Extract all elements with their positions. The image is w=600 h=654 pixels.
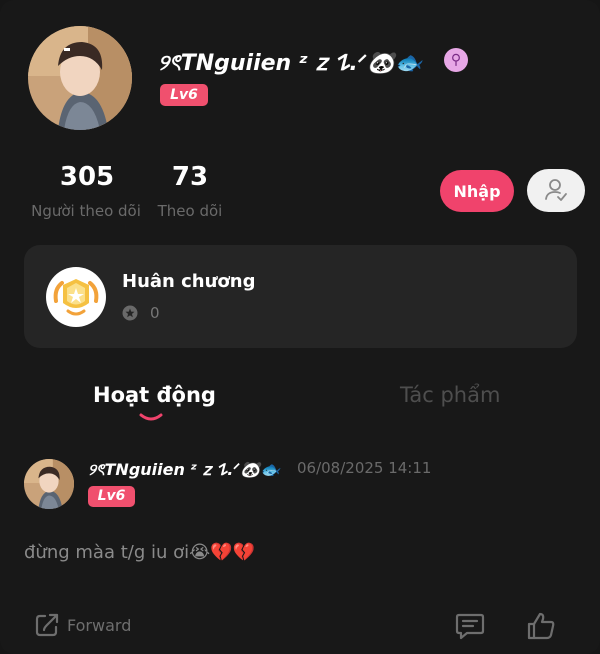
followers-count[interactable]: 305 [58,162,116,192]
followers-label[interactable]: Người theo dõi [28,202,144,220]
forward-button[interactable]: Forward [34,612,131,638]
medal-title: Huân chương [122,271,256,292]
gender-badge: ⚲ [444,48,468,72]
medal-count-icon [122,305,138,321]
avatar[interactable] [28,26,132,130]
following-label[interactable]: Theo dõi [154,202,226,220]
tab-works[interactable]: Tác phẩm [400,383,500,407]
post-text: đừng màa t/g iu ơi😭💔💔 [24,542,255,563]
post-avatar[interactable] [24,459,74,509]
medal-card[interactable]: Huân chương 0 [24,245,577,348]
post-timestamp: 06/08/2025 14:11 [297,459,432,477]
profile-username: ୨ৎTNguiien ᶻ 𝗓 𐰁.ᐟ🐼🐟 [158,51,422,76]
profile-card: ୨ৎTNguiien ᶻ 𝗓 𐰁.ᐟ🐼🐟 ⚲ Lv6 305 Người the… [0,0,600,654]
thumbs-up-icon [527,612,555,640]
comment-button[interactable] [455,612,485,644]
tab-activity[interactable]: Hoạt động [93,383,216,407]
level-badge: Lv6 [160,84,208,106]
post-username[interactable]: ୨ৎTNguiien ᶻ 𝗓 𐰁.ᐟ🐼🐟 [88,457,280,484]
share-icon [35,613,59,637]
tab-active-indicator [139,413,163,421]
join-button[interactable]: Nhập [440,170,514,212]
profile-action-button[interactable] [527,169,585,212]
following-count[interactable]: 73 [160,162,220,192]
comment-icon [455,613,485,640]
like-button[interactable] [525,610,557,646]
post-level-badge: Lv6 [88,486,135,507]
medal-icon [46,267,106,327]
user-check-icon [545,179,567,201]
medal-count: 0 [150,304,160,322]
forward-label: Forward [67,615,132,635]
